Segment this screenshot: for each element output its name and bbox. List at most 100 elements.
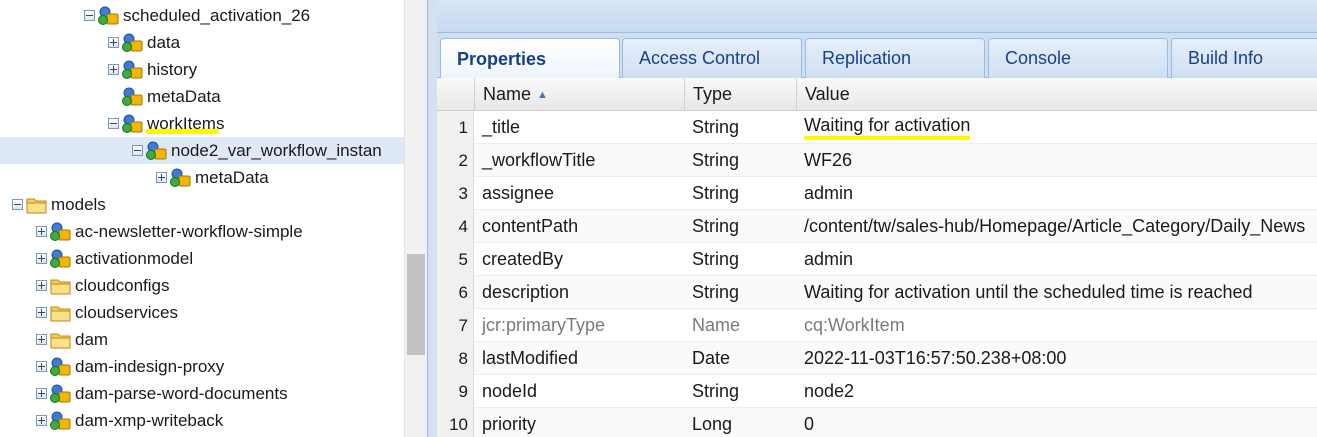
node-icon [122,33,144,53]
property-value-text: cq:WorkItem [804,315,905,335]
property-name: _workflowTitle [474,144,684,177]
tree-node-label: dam-xmp-writeback [75,410,224,430]
property-value-text: admin [804,249,854,269]
tree-node-label: dam [75,329,109,349]
property-value-text: Waiting for activation [804,115,971,140]
tree-node-label: ac-newsletter-workflow-simple [75,221,303,241]
property-value-text: admin [804,183,854,203]
property-value-text: 2022-11-03T16:57:50.238+08:00 [804,348,1067,368]
property-value: Waiting for activation [796,111,1317,144]
tab-build-info[interactable]: Build Info [1171,38,1317,78]
property-name-text: nodeId [482,381,538,401]
tree-node-label: history [147,59,198,79]
table-row[interactable]: 7 jcr:primaryType Name cq:WorkItem [437,309,1317,342]
tree-node[interactable]: cloudconfigs [36,272,171,299]
tree-node[interactable]: models [12,191,107,218]
table-row[interactable]: 3 assignee String admin [437,177,1317,210]
table-row[interactable]: 1 _title String Waiting for activation [437,111,1317,144]
header-name[interactable]: Name ▲ [474,78,684,111]
tab-access-control[interactable]: Access Control [622,38,802,78]
expand-icon[interactable] [108,64,119,75]
property-type-text: Name [692,315,741,335]
row-number: 2 [437,144,474,177]
tree-node-label: workItems [146,113,226,134]
property-name-text: assignee [482,183,555,203]
collapse-icon[interactable] [132,145,143,156]
expand-icon[interactable] [156,172,167,183]
tab-replication[interactable]: Replication [805,38,985,78]
expand-icon[interactable] [108,37,119,48]
tab-console[interactable]: Console [988,38,1168,78]
node-icon [170,168,192,188]
tree-node[interactable]: cloudservices [36,299,179,326]
property-name: createdBy [474,243,684,276]
collapse-icon[interactable] [108,118,119,129]
property-name: jcr:primaryType [474,309,684,342]
header-value[interactable]: Value [796,78,1317,111]
tab-strip: Properties Access Control Replication Conso… [437,33,1317,79]
table-row[interactable]: 6 description String Waiting for activation… [437,276,1317,309]
expand-icon[interactable] [36,253,47,264]
expand-icon[interactable] [36,334,47,345]
tree-node[interactable]: ac-newsletter-workflow-simple [36,218,304,245]
tab-properties[interactable]: Properties [440,38,620,79]
node-icon [50,357,72,377]
property-value: 0 [796,408,1317,437]
tree-node[interactable]: scheduled_activation_26 [84,2,311,29]
tree-node[interactable]: metaData [108,83,222,110]
property-name: nodeId [474,375,684,408]
collapse-icon[interactable] [12,199,23,210]
collapse-icon[interactable] [84,10,95,21]
tree-scrollbar[interactable] [404,0,427,437]
tree-node[interactable]: history [108,56,198,83]
tree-node[interactable]: node2_var_workflow_instan [0,137,404,164]
table-row[interactable]: 2 _workflowTitle String WF26 [437,144,1317,177]
expand-icon[interactable] [36,415,47,426]
row-number-text: 2 [458,150,468,170]
tab-label: Access Control [639,48,761,68]
row-number: 7 [437,309,474,342]
node-icon [50,249,72,269]
expand-icon[interactable] [36,226,47,237]
table-row[interactable]: 10 priority Long 0 [437,408,1317,437]
property-value: Waiting for activation until the schedul… [796,276,1317,309]
tree-node[interactable]: workItems [108,110,226,137]
expand-icon[interactable] [36,361,47,372]
row-number: 8 [437,342,474,375]
panel-splitter[interactable] [427,0,437,437]
row-number: 6 [437,276,474,309]
tree-node[interactable]: dam-xmp-writeback [36,407,224,434]
tree-node[interactable]: dam-indesign-proxy [36,353,225,380]
expand-icon[interactable] [36,280,47,291]
property-type: String [684,210,796,243]
property-value: cq:WorkItem [796,309,1317,342]
table-row[interactable]: 4 contentPath String/content/tw/sales-hub/… [437,210,1317,243]
tree-node-label: activationmodel [75,248,194,268]
row-number-text: 6 [458,282,468,302]
expand-icon[interactable] [36,388,47,399]
property-value: admin [796,243,1317,276]
tree-node[interactable]: dam [36,326,109,353]
tree-node[interactable]: activationmodel [36,245,194,272]
tree-scrollbar-thumb[interactable] [407,254,425,355]
table-row[interactable]: 9 nodeId String node2 [437,375,1317,408]
row-number-text: 1 [458,117,468,137]
row-number-text: 4 [458,216,468,236]
row-number-text: 5 [458,249,468,269]
table-row[interactable]: 8 lastModified Date 2022-11-03T16:57:50.238… [437,342,1317,375]
tree-node[interactable]: dam-parse-word-documents [36,380,289,407]
table-row[interactable]: 5 createdBy String admin [437,243,1317,276]
tree-node-label: metaData [147,86,221,106]
property-type-text: Date [692,348,731,368]
property-type: String [684,111,796,144]
header-type[interactable]: Type [684,78,796,111]
expand-icon[interactable] [36,307,47,318]
tree-node[interactable]: data [108,29,181,56]
property-name-text: contentPath [482,216,579,236]
tree-node[interactable]: metaData [156,164,270,191]
properties-grid: Name ▲ Type Value 1 _title String Waiting f… [437,78,1317,437]
property-name: description [474,276,684,309]
row-number-text: 10 [449,414,468,434]
property-value: node2 [796,375,1317,408]
property-value-text: 0 [804,414,815,434]
